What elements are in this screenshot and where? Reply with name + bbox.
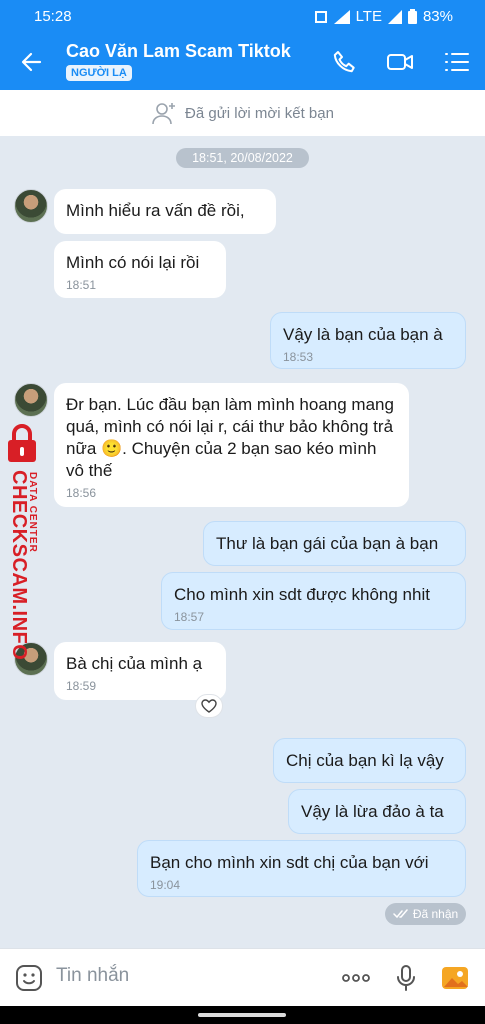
- add-friend-icon: [152, 103, 176, 125]
- status-time: 15:28: [34, 8, 72, 25]
- home-indicator[interactable]: [198, 1013, 286, 1017]
- react-heart-button[interactable]: [195, 694, 223, 718]
- message-incoming[interactable]: Mình hiểu ra vấn đề rồi,: [54, 189, 276, 234]
- notification-icon: [314, 10, 327, 23]
- back-arrow-icon[interactable]: [18, 48, 46, 76]
- date-separator: 18:51, 20/08/2022: [176, 148, 309, 168]
- friend-request-bar: Đã gửi lời mời kết bạn: [0, 90, 485, 136]
- contact-avatar[interactable]: [14, 383, 48, 417]
- lock-icon: [8, 424, 36, 462]
- menu-list-icon[interactable]: [443, 48, 471, 76]
- image-icon[interactable]: [440, 963, 470, 993]
- message-time: 18:51: [66, 278, 97, 292]
- contact-avatar[interactable]: [14, 189, 48, 223]
- message-outgoing[interactable]: Cho mình xin sdt được không nhit 18:57: [161, 572, 466, 630]
- message-outgoing[interactable]: Thư là bạn gái của bạn à bạn: [203, 521, 466, 566]
- signal-strength-icon: [387, 9, 402, 24]
- message-time: 18:56: [66, 486, 97, 500]
- message-incoming[interactable]: Mình có nói lại rồi 18:51: [54, 241, 226, 298]
- chat-header: Cao Văn Lam Scam Tiktok NGƯỜI LẠ: [0, 34, 485, 90]
- phone-icon[interactable]: [330, 48, 358, 76]
- message-incoming[interactable]: Bà chị của mình ạ 18:59: [54, 642, 226, 700]
- checkscam-watermark: DATA CENTER CHECKSCAM.INFO: [4, 422, 48, 662]
- status-bar: 15:28 LTE 83%: [0, 0, 485, 34]
- message-time: 18:59: [66, 679, 97, 693]
- heart-icon: [201, 699, 217, 713]
- message-outgoing[interactable]: Vậy là bạn của bạn à 18:53: [270, 312, 466, 369]
- message-time: 19:04: [150, 878, 181, 892]
- message-incoming[interactable]: Đr bạn. Lúc đầu bạn làm mình hoang mang …: [54, 383, 409, 507]
- network-label: LTE: [355, 8, 382, 25]
- delivered-status: Đã nhận: [385, 903, 466, 925]
- message-outgoing[interactable]: Bạn cho mình xin sdt chị của bạn với 19:…: [137, 840, 466, 897]
- video-call-icon[interactable]: [386, 48, 414, 76]
- signal-icon: [333, 9, 350, 24]
- message-time: 18:57: [174, 610, 205, 624]
- friend-request-text: Đã gửi lời mời kết bạn: [185, 104, 334, 122]
- message-composer: Tin nhắn: [0, 948, 485, 1006]
- stranger-badge: NGƯỜI LẠ: [66, 65, 132, 81]
- message-time: 18:53: [283, 350, 314, 364]
- watermark-checkscam: CHECKSCAM.INFO: [8, 470, 30, 661]
- microphone-icon[interactable]: [391, 963, 421, 993]
- contact-name[interactable]: Cao Văn Lam Scam Tiktok: [66, 41, 291, 62]
- message-input[interactable]: Tin nhắn: [56, 965, 129, 987]
- more-dots-icon[interactable]: [341, 963, 371, 993]
- battery-label: 83%: [422, 8, 453, 25]
- battery-icon: [407, 9, 417, 24]
- message-outgoing[interactable]: Vậy là lừa đảo à ta: [288, 789, 466, 834]
- message-outgoing[interactable]: Chị của bạn kì lạ vậy: [273, 738, 466, 783]
- double-check-icon: [393, 909, 408, 919]
- system-nav-bar: [0, 1006, 485, 1024]
- sticker-icon[interactable]: [14, 963, 44, 993]
